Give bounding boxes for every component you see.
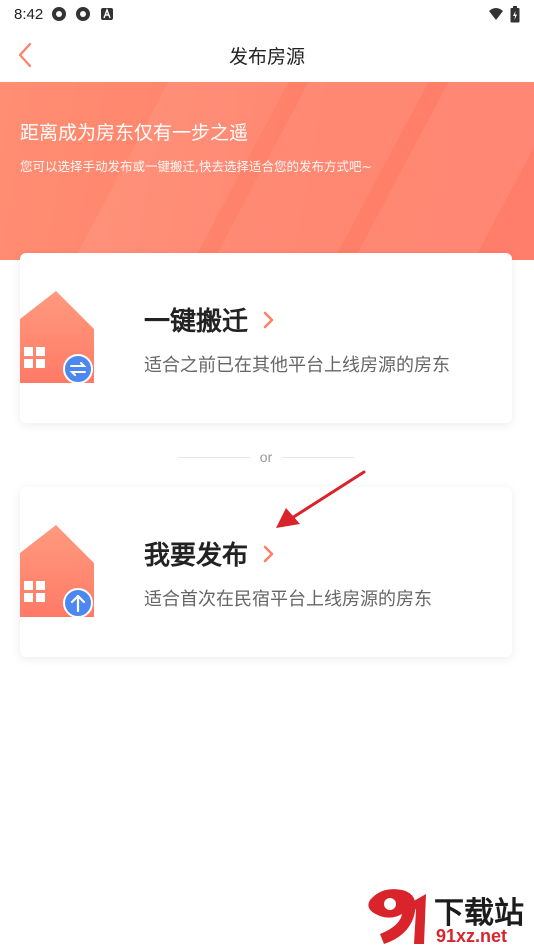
divider-line xyxy=(282,456,355,458)
or-divider: or xyxy=(178,447,355,467)
battery-icon xyxy=(510,5,520,22)
chevron-right-icon xyxy=(263,545,274,562)
chevron-left-icon xyxy=(18,42,32,68)
hero-subtitle: 您可以选择手动发布或一键搬迁,快去选择适合您的发布方式吧~ xyxy=(20,159,372,174)
back-button[interactable] xyxy=(10,40,40,70)
status-left: 8:42 xyxy=(14,6,115,23)
91-logo-icon xyxy=(368,889,426,944)
card-description: 适合首次在民宿平台上线房源的房东 xyxy=(144,589,432,610)
divider-line xyxy=(178,456,250,458)
card-title: 我要发布 xyxy=(144,541,249,571)
app-notification-icon xyxy=(52,7,67,21)
status-right xyxy=(488,5,520,23)
publish-listing-card[interactable]: 我要发布 适合首次在民宿平台上线房源的房东 xyxy=(20,487,512,657)
card-title-wrap: 一键搬迁 xyxy=(144,301,276,338)
watermark: 下载站 91xz.net xyxy=(362,886,534,950)
a-badge-icon xyxy=(101,8,114,20)
watermark-url: 91xz.net xyxy=(436,926,508,946)
hero-title: 距离成为房东仅有一步之遥 xyxy=(20,122,249,144)
house-swap-icon xyxy=(20,291,94,384)
app-notification-icon xyxy=(76,7,91,21)
divider-text: or xyxy=(259,449,273,465)
nav-bar: 发布房源 xyxy=(0,28,534,82)
hero-banner: 距离成为房东仅有一步之遥 您可以选择手动发布或一键搬迁,快去选择适合您的发布方式… xyxy=(0,82,534,260)
wifi-icon xyxy=(489,8,503,20)
card-title: 一键搬迁 xyxy=(144,307,249,337)
card-title-wrap: 我要发布 xyxy=(144,535,276,572)
house-upload-icon xyxy=(20,525,94,618)
one-click-migrate-card[interactable]: 一键搬迁 适合之前已在其他平台上线房源的房东 xyxy=(20,253,512,423)
status-bar: 8:42 xyxy=(0,0,534,28)
status-time: 8:42 xyxy=(14,5,44,23)
card-description: 适合之前已在其他平台上线房源的房东 xyxy=(144,355,450,376)
chevron-right-icon xyxy=(263,311,274,328)
page-title: 发布房源 xyxy=(228,45,305,68)
